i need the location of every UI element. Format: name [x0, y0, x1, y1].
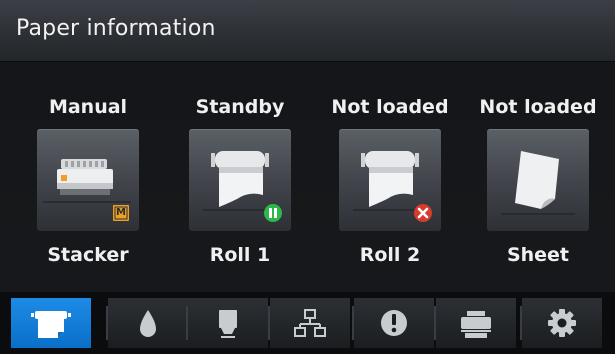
source-status: Not loaded — [479, 96, 597, 118]
header-bar: Paper information — [0, 0, 615, 62]
source-icon-box[interactable] — [487, 129, 589, 231]
manual-badge-label: M — [116, 207, 126, 218]
source-icon-box[interactable] — [339, 129, 441, 231]
paper-icon — [31, 311, 71, 338]
source-icon-box[interactable]: M — [37, 129, 139, 231]
tab-printhead[interactable] — [188, 298, 268, 348]
ink-drop-icon — [140, 310, 156, 337]
sheet-icon — [501, 151, 575, 215]
page-title: Paper information — [16, 16, 216, 41]
tab-settings[interactable] — [522, 298, 602, 348]
source-name: Sheet — [506, 244, 570, 266]
source-icon-box[interactable] — [189, 129, 291, 231]
tab-printer[interactable] — [436, 298, 516, 348]
source-tile-stacker[interactable]: Manual M Stacker — [28, 92, 148, 282]
source-status: Manual — [48, 96, 128, 118]
printer-front-panel: Paper information Manual M Stacker Stand… — [0, 0, 615, 354]
alert-icon — [381, 310, 407, 336]
network-icon — [294, 309, 326, 337]
printhead-icon — [219, 310, 237, 338]
source-name: Roll 2 — [359, 244, 421, 266]
pause-status-icon — [264, 204, 282, 222]
source-status: Not loaded — [331, 96, 449, 118]
bottom-tab-bar — [0, 292, 615, 354]
source-tile-roll-2[interactable]: Not loaded Roll 2 — [330, 92, 450, 282]
gear-icon — [548, 309, 576, 337]
tab-network[interactable] — [270, 298, 350, 348]
tab-paper[interactable] — [11, 298, 91, 348]
source-name: Stacker — [47, 244, 129, 266]
source-tile-roll-1[interactable]: Standby Roll 1 — [180, 92, 300, 282]
source-name: Roll 1 — [209, 244, 271, 266]
tab-alerts[interactable] — [354, 298, 434, 348]
error-status-icon — [414, 204, 432, 222]
tab-ink[interactable] — [108, 298, 188, 348]
printer-icon — [461, 311, 491, 338]
source-tile-sheet[interactable]: Not loaded Sheet — [478, 92, 598, 282]
source-status: Standby — [195, 96, 285, 118]
